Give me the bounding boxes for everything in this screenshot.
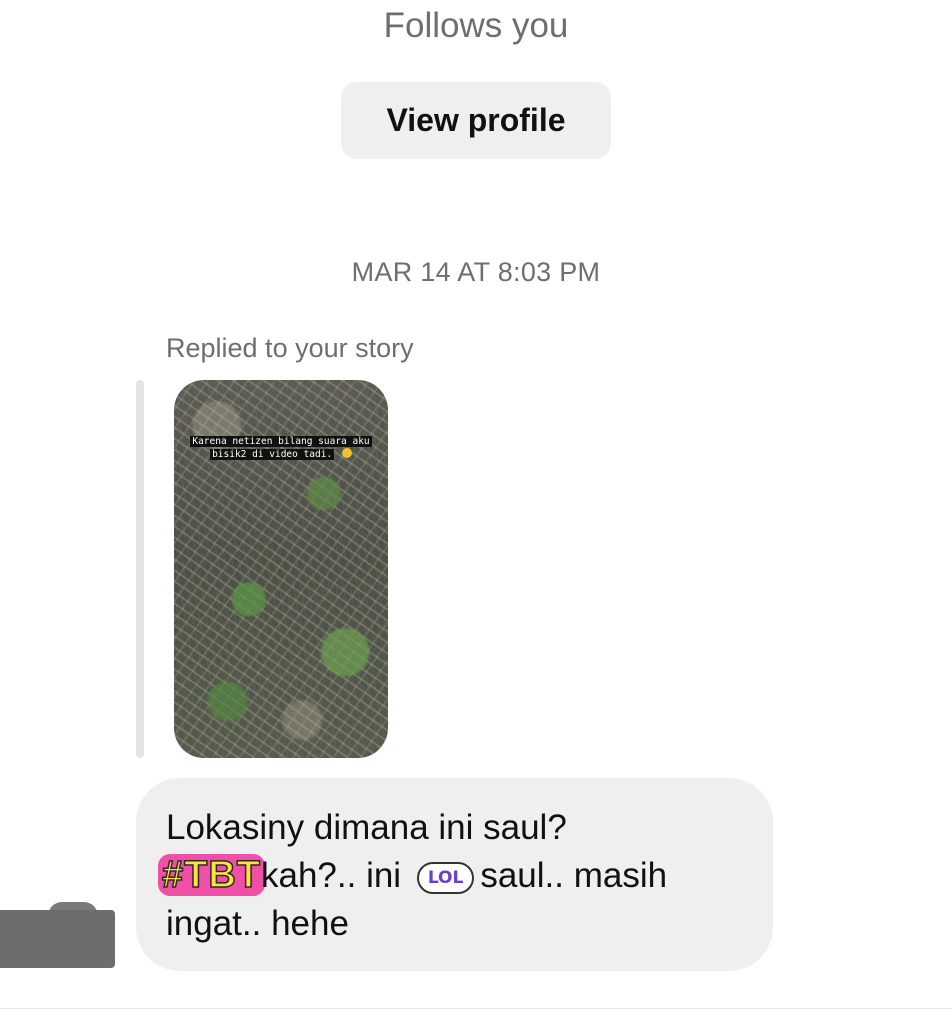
message-line: ingat.. hehe — [166, 904, 349, 943]
follows-you-label: Follows you — [383, 6, 569, 45]
story-thumbnail[interactable]: Karena netizen bilang suara aku bisik2 d… — [174, 380, 388, 758]
story-reply-label: Replied to your story — [166, 333, 414, 363]
avatar-placeholder[interactable] — [0, 910, 115, 968]
message-line: #TBTkah?.. ini LOL saul.. masih — [158, 852, 743, 900]
emoji-icon — [341, 448, 352, 458]
lol-sticker: LOL — [416, 862, 475, 894]
message-bubble[interactable]: Lokasiny dimana ini saul? #TBTkah?.. ini… — [136, 778, 773, 971]
view-profile-button[interactable]: View profile — [341, 82, 611, 159]
message-text: saul.. masih — [480, 856, 668, 895]
reply-indicator-bar — [136, 380, 144, 758]
divider — [0, 1008, 952, 1009]
message-timestamp: MAR 14 AT 8:03 PM — [351, 257, 601, 287]
message-text: kah?.. ini — [261, 856, 402, 895]
tbt-sticker: #TBT — [158, 853, 265, 897]
story-caption: Karena netizen bilang suara aku bisik2 d… — [188, 436, 374, 461]
message-line: Lokasiny dimana ini saul? — [166, 808, 567, 847]
